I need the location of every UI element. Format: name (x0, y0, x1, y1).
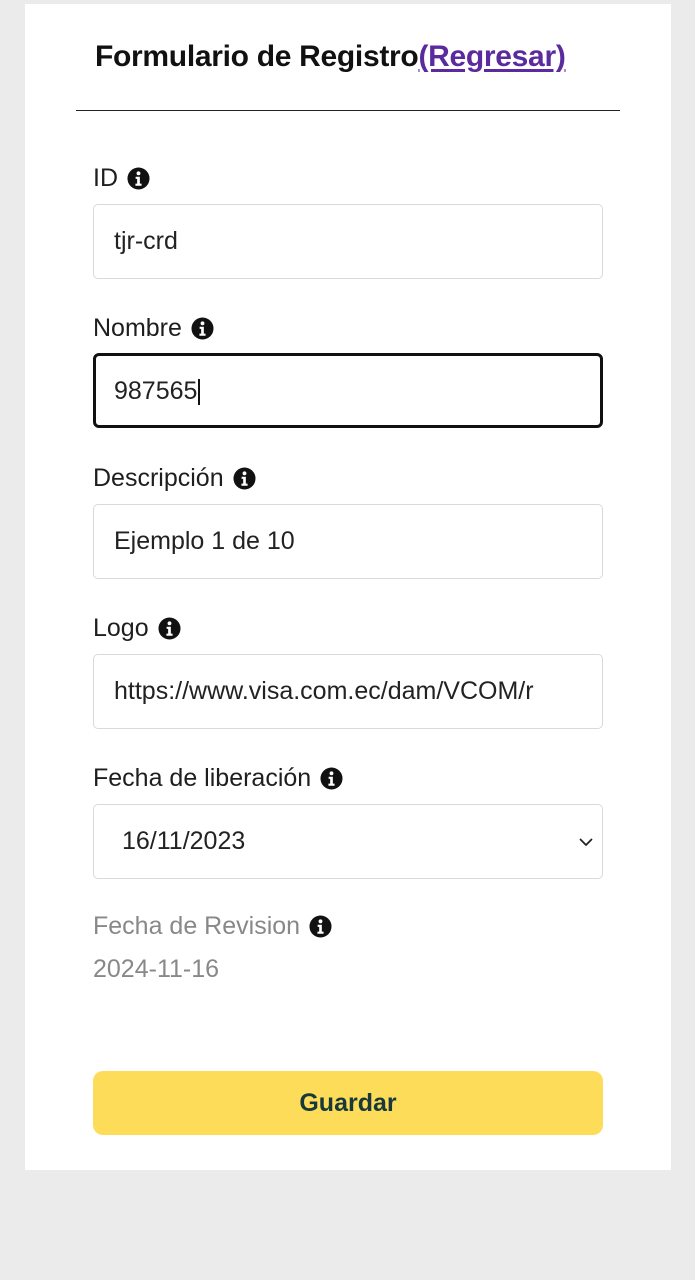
info-icon[interactable] (233, 467, 256, 490)
fecha-liberacion-value: 16/11/2023 (122, 827, 246, 855)
info-icon[interactable] (191, 317, 214, 340)
nombre-label-text: Nombre (93, 314, 182, 342)
id-label-text: ID (93, 164, 118, 192)
info-icon[interactable] (309, 915, 332, 938)
save-button[interactable]: Guardar (93, 1071, 603, 1135)
back-link[interactable]: (Regresar) (418, 40, 565, 73)
chevron-down-icon (579, 838, 593, 846)
fecha-revision-label: Fecha de Revision (93, 912, 332, 941)
fecha-revision-value: 2024-11-16 (93, 955, 220, 983)
fecha-liberacion-label: Fecha de liberación (93, 764, 343, 793)
info-icon[interactable] (127, 167, 150, 190)
fecha-liberacion-select[interactable]: 16/11/2023 (93, 804, 603, 879)
registration-card: Formulario de Registro(Regresar) ID tjr-… (25, 4, 671, 1170)
logo-label-text: Logo (93, 614, 149, 642)
info-icon[interactable] (158, 617, 181, 640)
id-label: ID (93, 164, 150, 193)
nombre-field[interactable]: 987565 (93, 353, 603, 428)
fecha-liberacion-label-text: Fecha de liberación (93, 764, 312, 792)
nombre-label: Nombre (93, 314, 214, 343)
logo-url-field[interactable]: https://www.visa.com.ec/dam/VCOM/r (93, 654, 603, 729)
form-header: Formulario de Registro(Regresar) (95, 40, 566, 74)
descripcion-label: Descripción (93, 464, 256, 493)
info-icon[interactable] (320, 767, 343, 790)
header-divider (76, 110, 620, 111)
page-title: Formulario de Registro (95, 40, 419, 73)
logo-label: Logo (93, 614, 181, 643)
descripcion-label-text: Descripción (93, 464, 224, 492)
text-cursor (198, 379, 200, 406)
descripcion-field[interactable]: Ejemplo 1 de 10 (93, 504, 603, 579)
fecha-revision-label-text: Fecha de Revision (93, 912, 301, 940)
nombre-field-value: 987565 (114, 377, 198, 405)
id-field[interactable]: tjr-crd (93, 204, 603, 279)
